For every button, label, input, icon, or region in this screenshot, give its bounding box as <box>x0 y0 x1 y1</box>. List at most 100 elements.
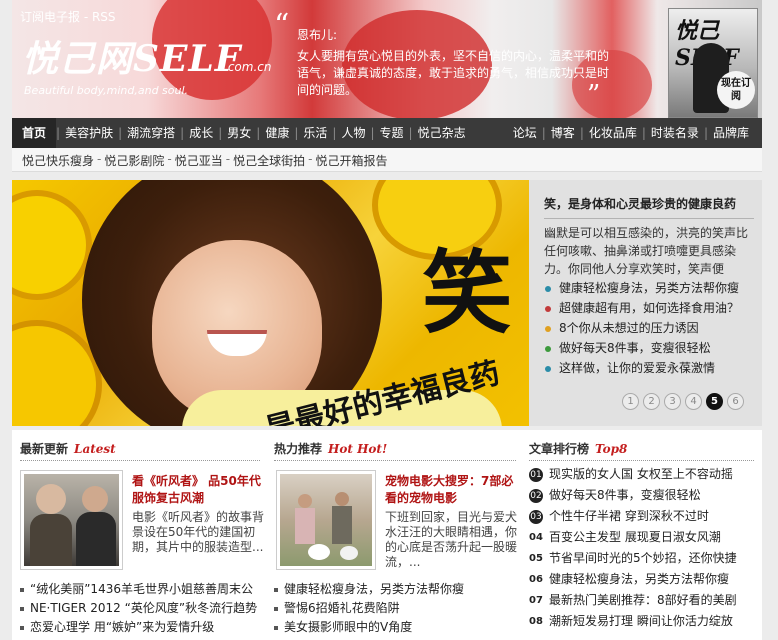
latest-list-item[interactable]: 恋爱心理学 用“嫉妒”来为爱情升级 <box>20 618 257 637</box>
hero-link-text: 健康轻松瘦身法，另类方法帮你瘦 <box>559 281 740 295</box>
latest-heading: 最新更新 Latest <box>20 442 116 456</box>
hero-link-text: 超健康超有用，如何选择食用油？ <box>559 301 740 315</box>
latest-list-item[interactable]: NE·TIGER 2012 “英伦风度”秋冬流行趋势 <box>20 599 257 618</box>
hot-thumbnail[interactable] <box>276 470 376 570</box>
hero-side-panel: 笑，是身体和心灵最珍贵的健康良药 幽默是可以相互感染的，洪亮的笑声比任何咳嗽、抽… <box>529 180 762 426</box>
divider <box>20 460 260 461</box>
hero-link-item[interactable]: 做好每天8件事，变瘦很轻松 <box>544 338 759 358</box>
rank-item[interactable]: 01 现实版的女人国 女权至上不容动摇 <box>529 464 737 485</box>
site-logo[interactable]: 悦己网SELF <box>22 30 241 82</box>
rank-item[interactable]: 05 节省早间时光的5个妙招，还你快捷 <box>529 548 737 569</box>
subnav-separator: - <box>225 152 231 166</box>
rss-subscribe-link[interactable]: 订阅电子报 - RSS <box>20 8 116 25</box>
rank-number: 01 <box>529 467 543 482</box>
hot-list-item[interactable]: 健康轻松瘦身法，另类方法帮你瘦 <box>274 580 464 599</box>
latest-thumbnail[interactable] <box>20 470 123 570</box>
nav-right: 论坛 | 博客 | 化妆品库 | 时装名录 | 品牌库 <box>508 118 754 148</box>
latest-article-title[interactable]: 看《听风者》 品50年代服饰复古风潮 <box>132 473 262 507</box>
pager-button-4[interactable]: 4 <box>685 393 702 410</box>
nav-item-0[interactable]: 首页 <box>12 118 57 148</box>
rank-item[interactable]: 07 最新热门美剧推荐：8部好看的美剧 <box>529 590 737 611</box>
rank-title: 最新热门美剧推荐：8部好看的美剧 <box>549 593 737 607</box>
nav-item-7[interactable]: 人物 <box>336 118 370 148</box>
divider <box>529 460 754 461</box>
rank-number: 07 <box>529 594 543 606</box>
pager-button-2[interactable]: 2 <box>643 393 660 410</box>
pager-button-5[interactable]: 5 <box>706 393 723 410</box>
rank-number: 03 <box>529 509 543 524</box>
divider <box>274 460 516 461</box>
rank-item[interactable]: 04 百变公主发型 展现夏日淑女风潮 <box>529 527 737 548</box>
subnav-item-1[interactable]: 悦己影剧院 <box>104 152 164 169</box>
subnav-item-4[interactable]: 悦己开箱报告 <box>315 152 387 169</box>
rank-item[interactable]: 02 做好每天8件事，变瘦很轻松 <box>529 485 737 506</box>
hot-article-title[interactable]: 宠物电影大搜罗：7部必看的宠物电影 <box>385 473 520 507</box>
latest-column: 最新更新 Latest 看《听风者》 品50年代服饰复古风潮 电影《听风者》的故事… <box>20 430 265 640</box>
rank-heading: 文章排行榜 Top8 <box>529 442 628 456</box>
nav-left: 首页 | 美容护肤 | 潮流穿搭 | 成长 | 男女 | 健康 | 乐活 | 人物 | 专题 | 悦己杂志 <box>12 118 471 148</box>
hot-list: 健康轻松瘦身法，另类方法帮你瘦 警惕6招婚礼花费陷阱 美女摄影师眼中的V角度 <box>274 580 464 637</box>
nav-item-8[interactable]: 专题 <box>375 118 409 148</box>
content-columns: 最新更新 Latest 看《听风者》 品50年代服饰复古风潮 电影《听风者》的故事… <box>12 430 762 640</box>
rank-title: 做好每天8件事，变瘦很轻松 <box>549 488 701 502</box>
hero-link-text: 这样做，让你的爱爱永葆激情 <box>559 361 716 375</box>
quote-author: 恩布儿: <box>297 28 338 42</box>
latest-list: “绒化美丽”1436羊毛世界小姐慈善周末公 NE·TIGER 2012 “英伦风度… <box>20 580 257 637</box>
subnav-item-2[interactable]: 悦己亚当 <box>175 152 223 169</box>
nav-item-5[interactable]: 健康 <box>260 118 294 148</box>
rank-number: 06 <box>529 573 543 585</box>
rank-title: 现实版的女人国 女权至上不容动摇 <box>549 467 733 481</box>
nav-right-item-4[interactable]: 品牌库 <box>708 118 754 148</box>
quote-open-icon: “ <box>274 8 290 43</box>
rank-item[interactable]: 03 个性牛仔半裙 穿到深秋不过时 <box>529 506 737 527</box>
hero-link-list: 健康轻松瘦身法，另类方法帮你瘦 超健康超有用，如何选择食用油？ 8个你从未想过的压力… <box>544 278 759 378</box>
magazine-cover[interactable]: 悦己SELF 现在订阅 <box>668 8 758 118</box>
divider <box>544 218 754 219</box>
hero-side-title[interactable]: 笑，是身体和心灵最珍贵的健康良药 <box>544 195 736 212</box>
hero-banner[interactable]: 笑 是最好的幸福良药 <box>12 180 529 426</box>
carousel-pager: 123456 <box>622 393 748 410</box>
bullet-dot-icon <box>545 306 551 312</box>
nav-item-4[interactable]: 男女 <box>222 118 256 148</box>
subnav-separator: - <box>97 152 102 166</box>
subnav-item-0[interactable]: 悦己快乐瘦身 <box>22 152 94 169</box>
rank-number: 05 <box>529 552 543 564</box>
site-header: 订阅电子报 - RSS 悦己网SELF .com.cn Beautiful bo… <box>12 0 762 118</box>
pager-button-3[interactable]: 3 <box>664 393 681 410</box>
nav-item-1[interactable]: 美容护肤 <box>60 118 118 148</box>
latest-list-item[interactable]: “绒化美丽”1436羊毛世界小姐慈善周末公 <box>20 580 257 599</box>
hero-link-text: 做好每天8件事，变瘦很轻松 <box>559 341 711 355</box>
hot-list-item[interactable]: 警惕6招婚礼花费陷阱 <box>274 599 464 618</box>
rank-list: 01 现实版的女人国 女权至上不容动摇 02 做好每天8件事，变瘦很轻松 03 个性牛仔半… <box>529 464 737 632</box>
hot-list-item[interactable]: 美女摄影师眼中的V角度 <box>274 618 464 637</box>
pager-button-6[interactable]: 6 <box>727 393 744 410</box>
sunflower-decoration <box>12 190 92 300</box>
nav-item-2[interactable]: 潮流穿搭 <box>122 118 180 148</box>
nav-right-item-0[interactable]: 论坛 <box>508 118 542 148</box>
hero-link-item[interactable]: 这样做，让你的爱爱永葆激情 <box>544 358 759 378</box>
subscribe-now-badge[interactable]: 现在订阅 <box>717 71 755 109</box>
nav-item-6[interactable]: 乐活 <box>298 118 332 148</box>
subnav-row: 悦己快乐瘦身 - 悦己影剧院 - 悦己亚当 - 悦己全球街拍 - 悦己开箱报告 <box>22 152 387 169</box>
subnav-separator: - <box>167 152 172 166</box>
hero-link-item[interactable]: 健康轻松瘦身法，另类方法帮你瘦 <box>544 278 759 298</box>
pager-button-1[interactable]: 1 <box>622 393 639 410</box>
nav-right-item-1[interactable]: 博客 <box>546 118 580 148</box>
rank-title: 潮新短发易打理 瞬间让你活力绽放 <box>549 614 733 628</box>
rank-item[interactable]: 08 潮新短发易打理 瞬间让你活力绽放 <box>529 611 737 632</box>
nav-item-9[interactable]: 悦己杂志 <box>413 118 471 148</box>
bullet-dot-icon <box>545 326 551 332</box>
quote-close-icon: ” <box>587 80 601 110</box>
nav-item-3[interactable]: 成长 <box>184 118 218 148</box>
nav-right-item-3[interactable]: 时装名录 <box>646 118 704 148</box>
hero-link-item[interactable]: 超健康超有用，如何选择食用油？ <box>544 298 759 318</box>
hero-big-character: 笑 <box>422 240 512 346</box>
rank-item[interactable]: 06 健康轻松瘦身法，另类方法帮你瘦 <box>529 569 737 590</box>
hot-column: 热力推荐 Hot Hot! 宠物电影大搜罗：7部必看的宠物电影 下班到回家，目光与… <box>274 430 522 640</box>
rank-column: 文章排行榜 Top8 01 现实版的女人国 女权至上不容动摇 02 做好每天8件事，变瘦… <box>529 430 759 640</box>
rank-title: 百变公主发型 展现夏日淑女风潮 <box>549 530 721 544</box>
subnav-item-3[interactable]: 悦己全球街拍 <box>233 152 305 169</box>
rank-title: 节省早间时光的5个妙招，还你快捷 <box>549 551 737 565</box>
nav-right-item-2[interactable]: 化妆品库 <box>584 118 642 148</box>
hero-link-item[interactable]: 8个你从未想过的压力诱因 <box>544 318 759 338</box>
